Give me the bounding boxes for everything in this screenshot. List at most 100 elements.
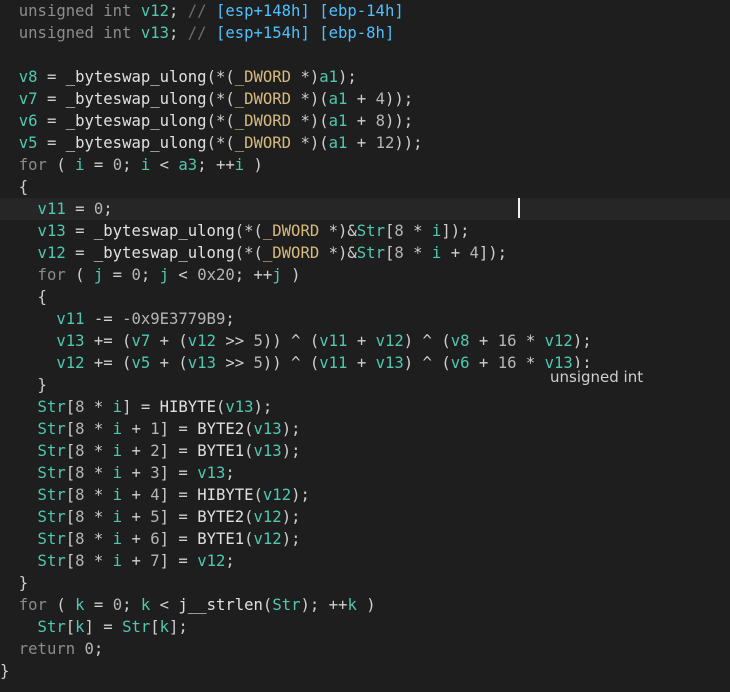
code-token[interactable]: 8 bbox=[75, 442, 84, 460]
code-line[interactable]: Str[8 * i + 3] = v13; bbox=[0, 462, 730, 484]
code-token[interactable]: Str bbox=[0, 552, 66, 570]
code-token[interactable]: = bbox=[85, 596, 113, 614]
code-token[interactable]: } bbox=[0, 574, 28, 592]
code-token[interactable]: ) bbox=[282, 266, 300, 284]
code-token[interactable]: v13 bbox=[141, 24, 169, 42]
code-line[interactable]: { bbox=[0, 286, 730, 308]
code-token[interactable]: BYTE1 bbox=[197, 442, 244, 460]
code-token[interactable]: ; bbox=[141, 266, 160, 284]
code-token[interactable]: v6 bbox=[451, 354, 470, 372]
code-token[interactable]: (*( bbox=[207, 68, 235, 86]
code-line[interactable]: v13 += (v7 + (v12 >> 5)) ^ (v11 + v12) ^… bbox=[0, 330, 730, 352]
code-token[interactable]: ( bbox=[47, 596, 75, 614]
code-line[interactable]: for ( i = 0; i < a3; ++i ) bbox=[0, 154, 730, 176]
code-token[interactable]: for bbox=[0, 266, 66, 284]
code-token[interactable]: // bbox=[188, 2, 216, 20]
code-token[interactable]: i bbox=[113, 420, 122, 438]
code-token[interactable]: BYTE1 bbox=[197, 530, 244, 548]
code-token[interactable]: ) ^ ( bbox=[404, 332, 451, 350]
code-token[interactable]: 8 bbox=[75, 486, 84, 504]
code-token[interactable]: [ bbox=[66, 442, 75, 460]
code-token[interactable]: ( bbox=[66, 266, 94, 284]
code-token[interactable]: ; bbox=[169, 2, 188, 20]
code-token[interactable]: unsigned int bbox=[0, 24, 141, 42]
code-token[interactable]: for bbox=[0, 596, 47, 614]
code-token[interactable]: (*( bbox=[207, 112, 235, 130]
code-token[interactable]: )) ^ ( bbox=[263, 354, 319, 372]
code-token[interactable]: ) bbox=[357, 596, 375, 614]
code-token[interactable]: Str bbox=[0, 486, 66, 504]
code-token[interactable]: ; bbox=[225, 464, 234, 482]
code-token[interactable]: 4 bbox=[469, 244, 478, 262]
code-line[interactable]: for ( j = 0; j < 0x20; ++j ) bbox=[0, 264, 730, 286]
code-line[interactable]: Str[8 * i + 4] = HIBYTE(v12); bbox=[0, 484, 730, 506]
code-token[interactable]: v12 bbox=[197, 552, 225, 570]
code-token[interactable]: i bbox=[432, 222, 441, 240]
code-line[interactable]: Str[8 * i] = HIBYTE(v13); bbox=[0, 396, 730, 418]
code-token[interactable]: ]; bbox=[169, 618, 188, 636]
code-token[interactable]: v12 bbox=[254, 530, 282, 548]
code-token[interactable]: + ( bbox=[150, 354, 188, 372]
code-line[interactable]: Str[k] = Str[k]; bbox=[0, 616, 730, 638]
code-token[interactable]: v11 bbox=[319, 332, 347, 350]
code-token[interactable]: 4 bbox=[376, 90, 385, 108]
code-token[interactable]: ( bbox=[254, 486, 263, 504]
code-token[interactable]: Str bbox=[0, 618, 66, 636]
code-token[interactable]: [ bbox=[66, 486, 75, 504]
code-token[interactable]: + bbox=[347, 112, 375, 130]
code-token[interactable]: ] = bbox=[122, 398, 160, 416]
code-token[interactable]: _byteswap_ulong bbox=[66, 68, 207, 86]
code-token[interactable]: BYTE2 bbox=[197, 508, 244, 526]
code-token[interactable]: )); bbox=[394, 134, 422, 152]
code-token[interactable]: ); bbox=[282, 442, 301, 460]
code-token[interactable]: + bbox=[470, 354, 498, 372]
code-line[interactable]: v13 = _byteswap_ulong(*(_DWORD *)&Str[8 … bbox=[0, 220, 730, 242]
code-token[interactable]: ); bbox=[291, 486, 310, 504]
code-token[interactable]: Str bbox=[357, 222, 385, 240]
code-token[interactable]: = bbox=[66, 222, 94, 240]
code-token[interactable]: ; ++ bbox=[235, 266, 273, 284]
code-token[interactable]: j bbox=[160, 266, 169, 284]
code-token[interactable]: += ( bbox=[85, 332, 132, 350]
code-token[interactable]: ] = bbox=[160, 508, 198, 526]
code-token[interactable]: ; bbox=[103, 200, 112, 218]
code-token[interactable]: [ bbox=[150, 618, 159, 636]
code-token[interactable]: [ bbox=[385, 222, 394, 240]
code-token[interactable]: 8 bbox=[75, 464, 84, 482]
code-line[interactable]: v8 = _byteswap_ulong(*(_DWORD *)a1); bbox=[0, 66, 730, 88]
code-token[interactable]: v12 bbox=[545, 332, 573, 350]
code-token[interactable]: + bbox=[122, 530, 150, 548]
code-token[interactable]: )); bbox=[385, 112, 413, 130]
code-token[interactable]: _DWORD bbox=[235, 90, 291, 108]
code-token[interactable]: ); bbox=[254, 398, 273, 416]
code-token[interactable]: 12 bbox=[376, 134, 395, 152]
code-token[interactable]: _byteswap_ulong bbox=[94, 244, 235, 262]
code-token[interactable]: v13 bbox=[188, 354, 216, 372]
code-line[interactable]: unsigned int v12; // [esp+148h] [ebp-14h… bbox=[0, 0, 730, 22]
code-token[interactable]: v7 bbox=[0, 90, 38, 108]
code-token[interactable]: _DWORD bbox=[235, 68, 291, 86]
code-token[interactable]: [ bbox=[66, 530, 75, 548]
code-token[interactable]: a1 bbox=[319, 68, 338, 86]
code-token[interactable]: *)( bbox=[291, 134, 328, 152]
code-token[interactable]: -= bbox=[85, 310, 123, 328]
code-token[interactable]: = bbox=[38, 90, 66, 108]
code-line[interactable] bbox=[0, 44, 730, 66]
code-token[interactable]: _DWORD bbox=[235, 134, 291, 152]
code-token[interactable]: + bbox=[347, 90, 375, 108]
code-token[interactable]: { bbox=[0, 288, 47, 306]
code-token[interactable]: v11 bbox=[319, 354, 347, 372]
code-token[interactable]: * bbox=[85, 464, 113, 482]
code-token[interactable]: 4 bbox=[150, 486, 159, 504]
code-token[interactable]: j bbox=[272, 266, 281, 284]
code-token[interactable]: i bbox=[432, 244, 441, 262]
code-token[interactable]: k bbox=[75, 618, 84, 636]
code-token[interactable]: v13 bbox=[254, 420, 282, 438]
code-token[interactable]: (*( bbox=[235, 222, 263, 240]
code-line[interactable]: { bbox=[0, 176, 730, 198]
code-token[interactable]: * bbox=[85, 486, 113, 504]
code-token[interactable]: >> bbox=[216, 332, 254, 350]
code-token[interactable]: ) bbox=[244, 156, 263, 174]
code-token[interactable]: 16 bbox=[498, 332, 517, 350]
code-line[interactable]: v6 = _byteswap_ulong(*(_DWORD *)(a1 + 8)… bbox=[0, 110, 730, 132]
